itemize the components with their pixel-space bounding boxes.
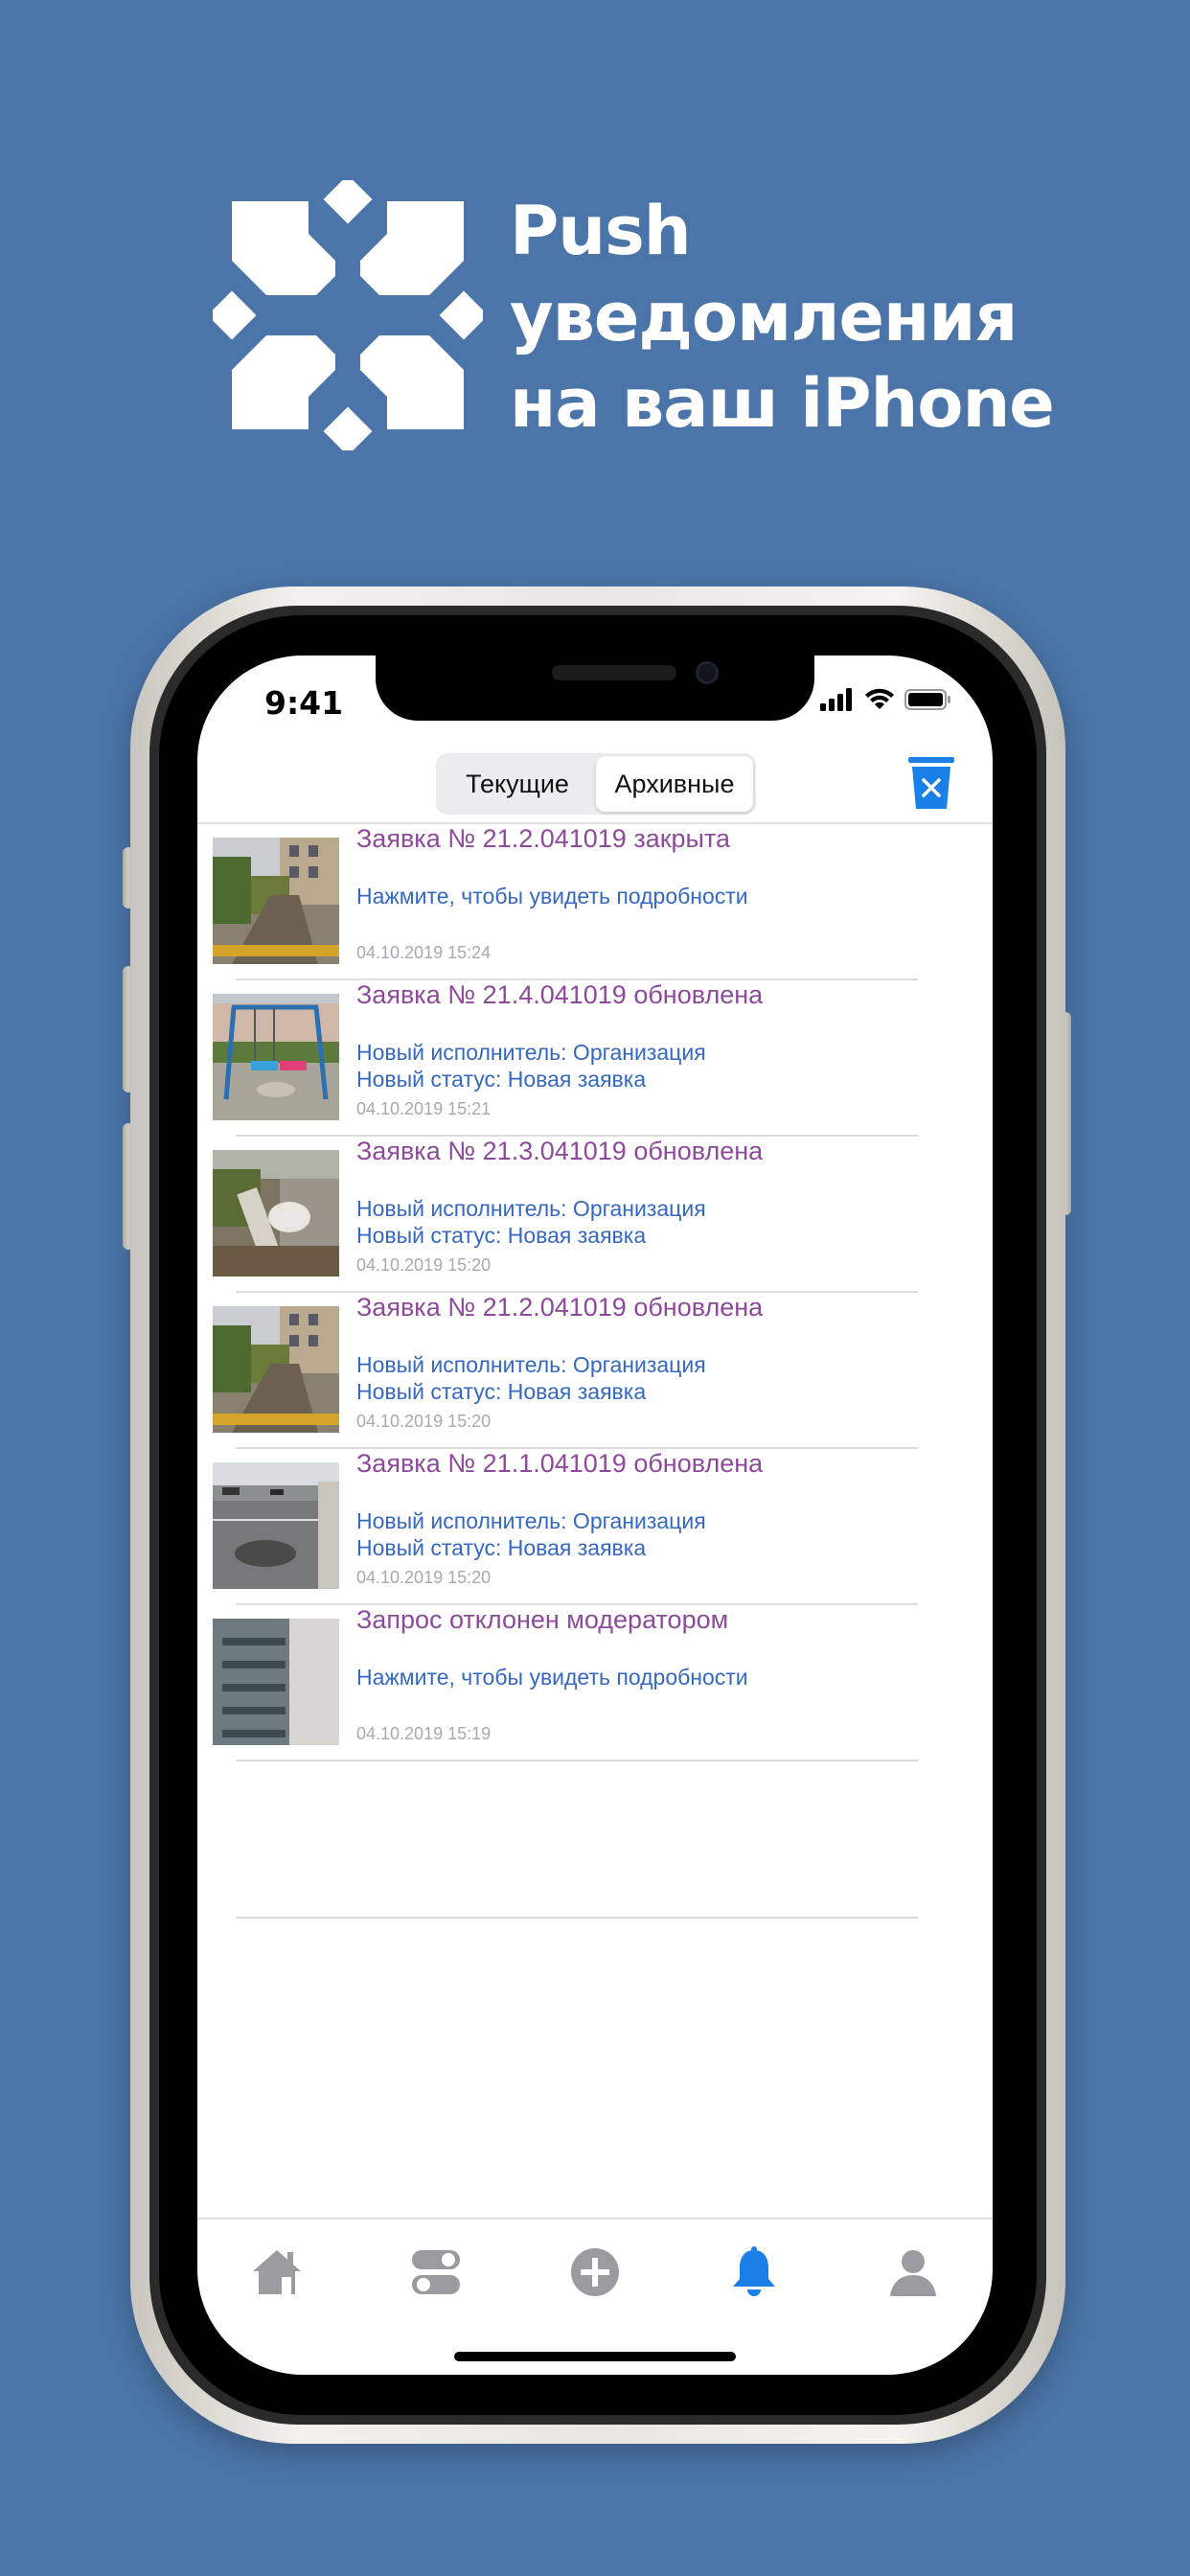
notification-title: Запрос отклонен модератором	[356, 1605, 729, 1634]
notification-status: Новый статус: Новая заявка	[356, 1067, 647, 1092]
front-camera	[696, 661, 719, 684]
notification-date: 04.10.2019 15:20	[356, 1412, 492, 1431]
toggles-icon	[412, 2250, 460, 2294]
thumbnail-road-pothole	[213, 1462, 339, 1589]
segment-current[interactable]: Текущие	[439, 756, 596, 812]
tab-home[interactable]	[197, 2220, 356, 2325]
thumbnail-debris-pipes	[213, 1150, 339, 1276]
notification-date: 04.10.2019 15:24	[356, 943, 492, 962]
tab-profile[interactable]	[834, 2220, 993, 2325]
notification-executor: Новый исполнитель: Организация	[356, 1352, 706, 1377]
segment-archived[interactable]: Архивные	[596, 756, 753, 812]
list-item[interactable]: Заявка № 21.2.041019 обновлена Новый исп…	[197, 1293, 993, 1449]
notification-status: Новый статус: Новая заявка	[356, 1379, 647, 1404]
status-icons	[820, 684, 952, 715]
notification-status: Новый статус: Новая заявка	[356, 1535, 647, 1560]
notification-date: 04.10.2019 15:21	[356, 1099, 492, 1118]
notification-date: 04.10.2019 15:20	[356, 1255, 492, 1275]
notification-date: 04.10.2019 15:20	[356, 1568, 492, 1587]
battery-icon	[904, 689, 950, 710]
notification-status: Новый статус: Новая заявка	[356, 1223, 647, 1248]
wifi-icon	[865, 688, 894, 709]
notification-title: Заявка № 21.3.041019 обновлена	[356, 1137, 764, 1165]
promo-title-line: на ваш iPhone	[510, 364, 1055, 443]
trash-clear-icon[interactable]	[908, 755, 954, 811]
promo-title: Push уведомления на ваш iPhone	[510, 188, 1123, 447]
notch	[376, 656, 814, 721]
notification-date: 04.10.2019 15:19	[356, 1724, 492, 1743]
notification-list: Заявка № 21.2.041019 закрыта Нажмите, чт…	[197, 824, 993, 1761]
snowflake-logo-icon	[213, 180, 483, 450]
status-time: 9:41	[264, 684, 344, 722]
notification-title: Заявка № 21.4.041019 обновлена	[356, 980, 764, 1009]
notification-executor: Новый исполнитель: Организация	[356, 1508, 706, 1533]
home-indicator	[454, 2352, 736, 2361]
app-store-screenshot: Push уведомления на ваш iPhone 9:41 Теку…	[0, 0, 1190, 2576]
thumbnail-courtyard-path	[213, 838, 339, 964]
phone-screen: 9:41 Текущие Архивные Заявка № 21.2.0410…	[197, 656, 993, 2375]
list-item[interactable]: Заявка № 21.1.041019 обновлена Новый исп…	[197, 1449, 993, 1605]
earpiece-speaker	[552, 665, 676, 680]
row-divider	[236, 1917, 918, 1919]
profile-icon	[890, 2250, 936, 2296]
tab-notifications[interactable]	[675, 2220, 834, 2325]
notification-title: Заявка № 21.1.041019 обновлена	[356, 1449, 764, 1478]
promo-title-line: уведомления	[510, 278, 1018, 356]
notification-details-link[interactable]: Нажмите, чтобы увидеть подробности	[356, 884, 748, 909]
row-divider	[236, 1760, 918, 1761]
bell-icon	[733, 2246, 775, 2296]
add-circle-icon	[571, 2248, 619, 2296]
tab-bar	[197, 2220, 993, 2325]
promo-title-line: Push	[510, 192, 692, 270]
list-item[interactable]: Заявка № 21.4.041019 обновлена Новый исп…	[197, 980, 993, 1137]
list-item[interactable]: Запрос отклонен модератором Нажмите, что…	[197, 1605, 993, 1761]
list-item[interactable]: Заявка № 21.3.041019 обновлена Новый исп…	[197, 1137, 993, 1293]
thumbnail-broken-stairs	[213, 1619, 339, 1745]
notification-executor: Новый исполнитель: Организация	[356, 1040, 706, 1065]
tab-add[interactable]	[515, 2220, 675, 2325]
notification-details-link[interactable]: Нажмите, чтобы увидеть подробности	[356, 1665, 748, 1690]
notification-title: Заявка № 21.2.041019 закрыта	[356, 824, 731, 853]
list-item[interactable]: Заявка № 21.2.041019 закрыта Нажмите, чт…	[197, 824, 993, 980]
home-icon	[253, 2250, 301, 2294]
thumbnail-courtyard-path	[213, 1306, 339, 1433]
notification-title: Заявка № 21.2.041019 обновлена	[356, 1293, 764, 1322]
archive-segmented-control: Текущие Архивные	[436, 753, 756, 815]
thumbnail-playground-swings	[213, 994, 339, 1120]
cellular-signal-icon	[820, 688, 852, 711]
notification-executor: Новый исполнитель: Организация	[356, 1196, 706, 1221]
tab-toggles[interactable]	[356, 2220, 515, 2325]
